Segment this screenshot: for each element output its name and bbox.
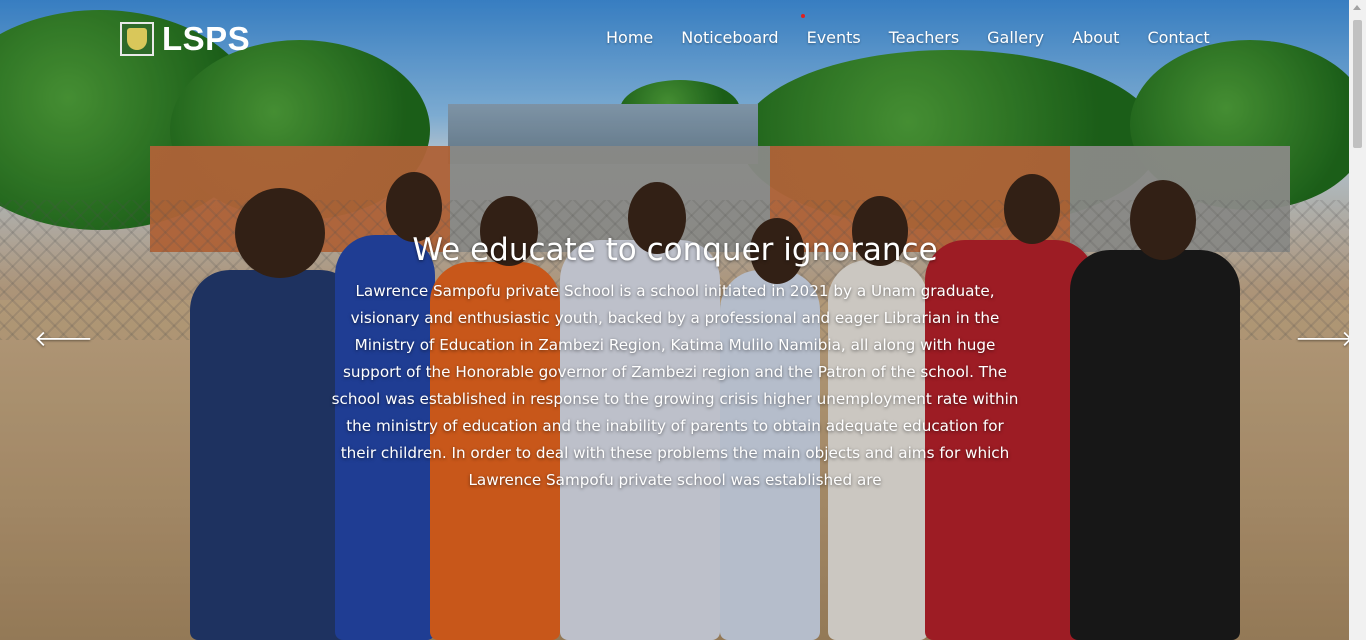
- nav-item-about[interactable]: About: [1072, 28, 1119, 47]
- scrollbar-thumb[interactable]: [1353, 20, 1362, 148]
- brand-name: LSPS: [162, 20, 251, 57]
- hero-title: We educate to conquer ignorance: [412, 232, 938, 268]
- nav-item-teachers[interactable]: Teachers: [889, 28, 959, 47]
- arrow-right-icon[interactable]: 🡒: [1295, 326, 1349, 352]
- brand-logo[interactable]: LSPS: [120, 20, 250, 58]
- nav-item-home[interactable]: Home: [606, 28, 653, 47]
- page-scrollbar[interactable]: [1349, 0, 1366, 640]
- nav-item-noticeboard[interactable]: Noticeboard: [681, 28, 778, 47]
- hero-carousel: LSPS Home Noticeboard Events Teachers Ga…: [0, 0, 1349, 640]
- arrow-left-icon[interactable]: 🡐: [34, 326, 93, 352]
- school-crest-icon: [120, 22, 154, 56]
- hero-caption: We educate to conquer ignorance Lawrence…: [330, 232, 1020, 494]
- nav-item-gallery[interactable]: Gallery: [987, 28, 1044, 47]
- nav-item-events[interactable]: Events: [807, 28, 861, 47]
- hero-description: Lawrence Sampofu private School is a sch…: [331, 282, 1019, 489]
- scroll-up-icon[interactable]: [1353, 5, 1361, 10]
- nav-indicator-dot: [801, 14, 805, 18]
- main-navigation: Home Noticeboard Events Teachers Gallery…: [606, 28, 1210, 47]
- nav-item-contact[interactable]: Contact: [1147, 28, 1209, 47]
